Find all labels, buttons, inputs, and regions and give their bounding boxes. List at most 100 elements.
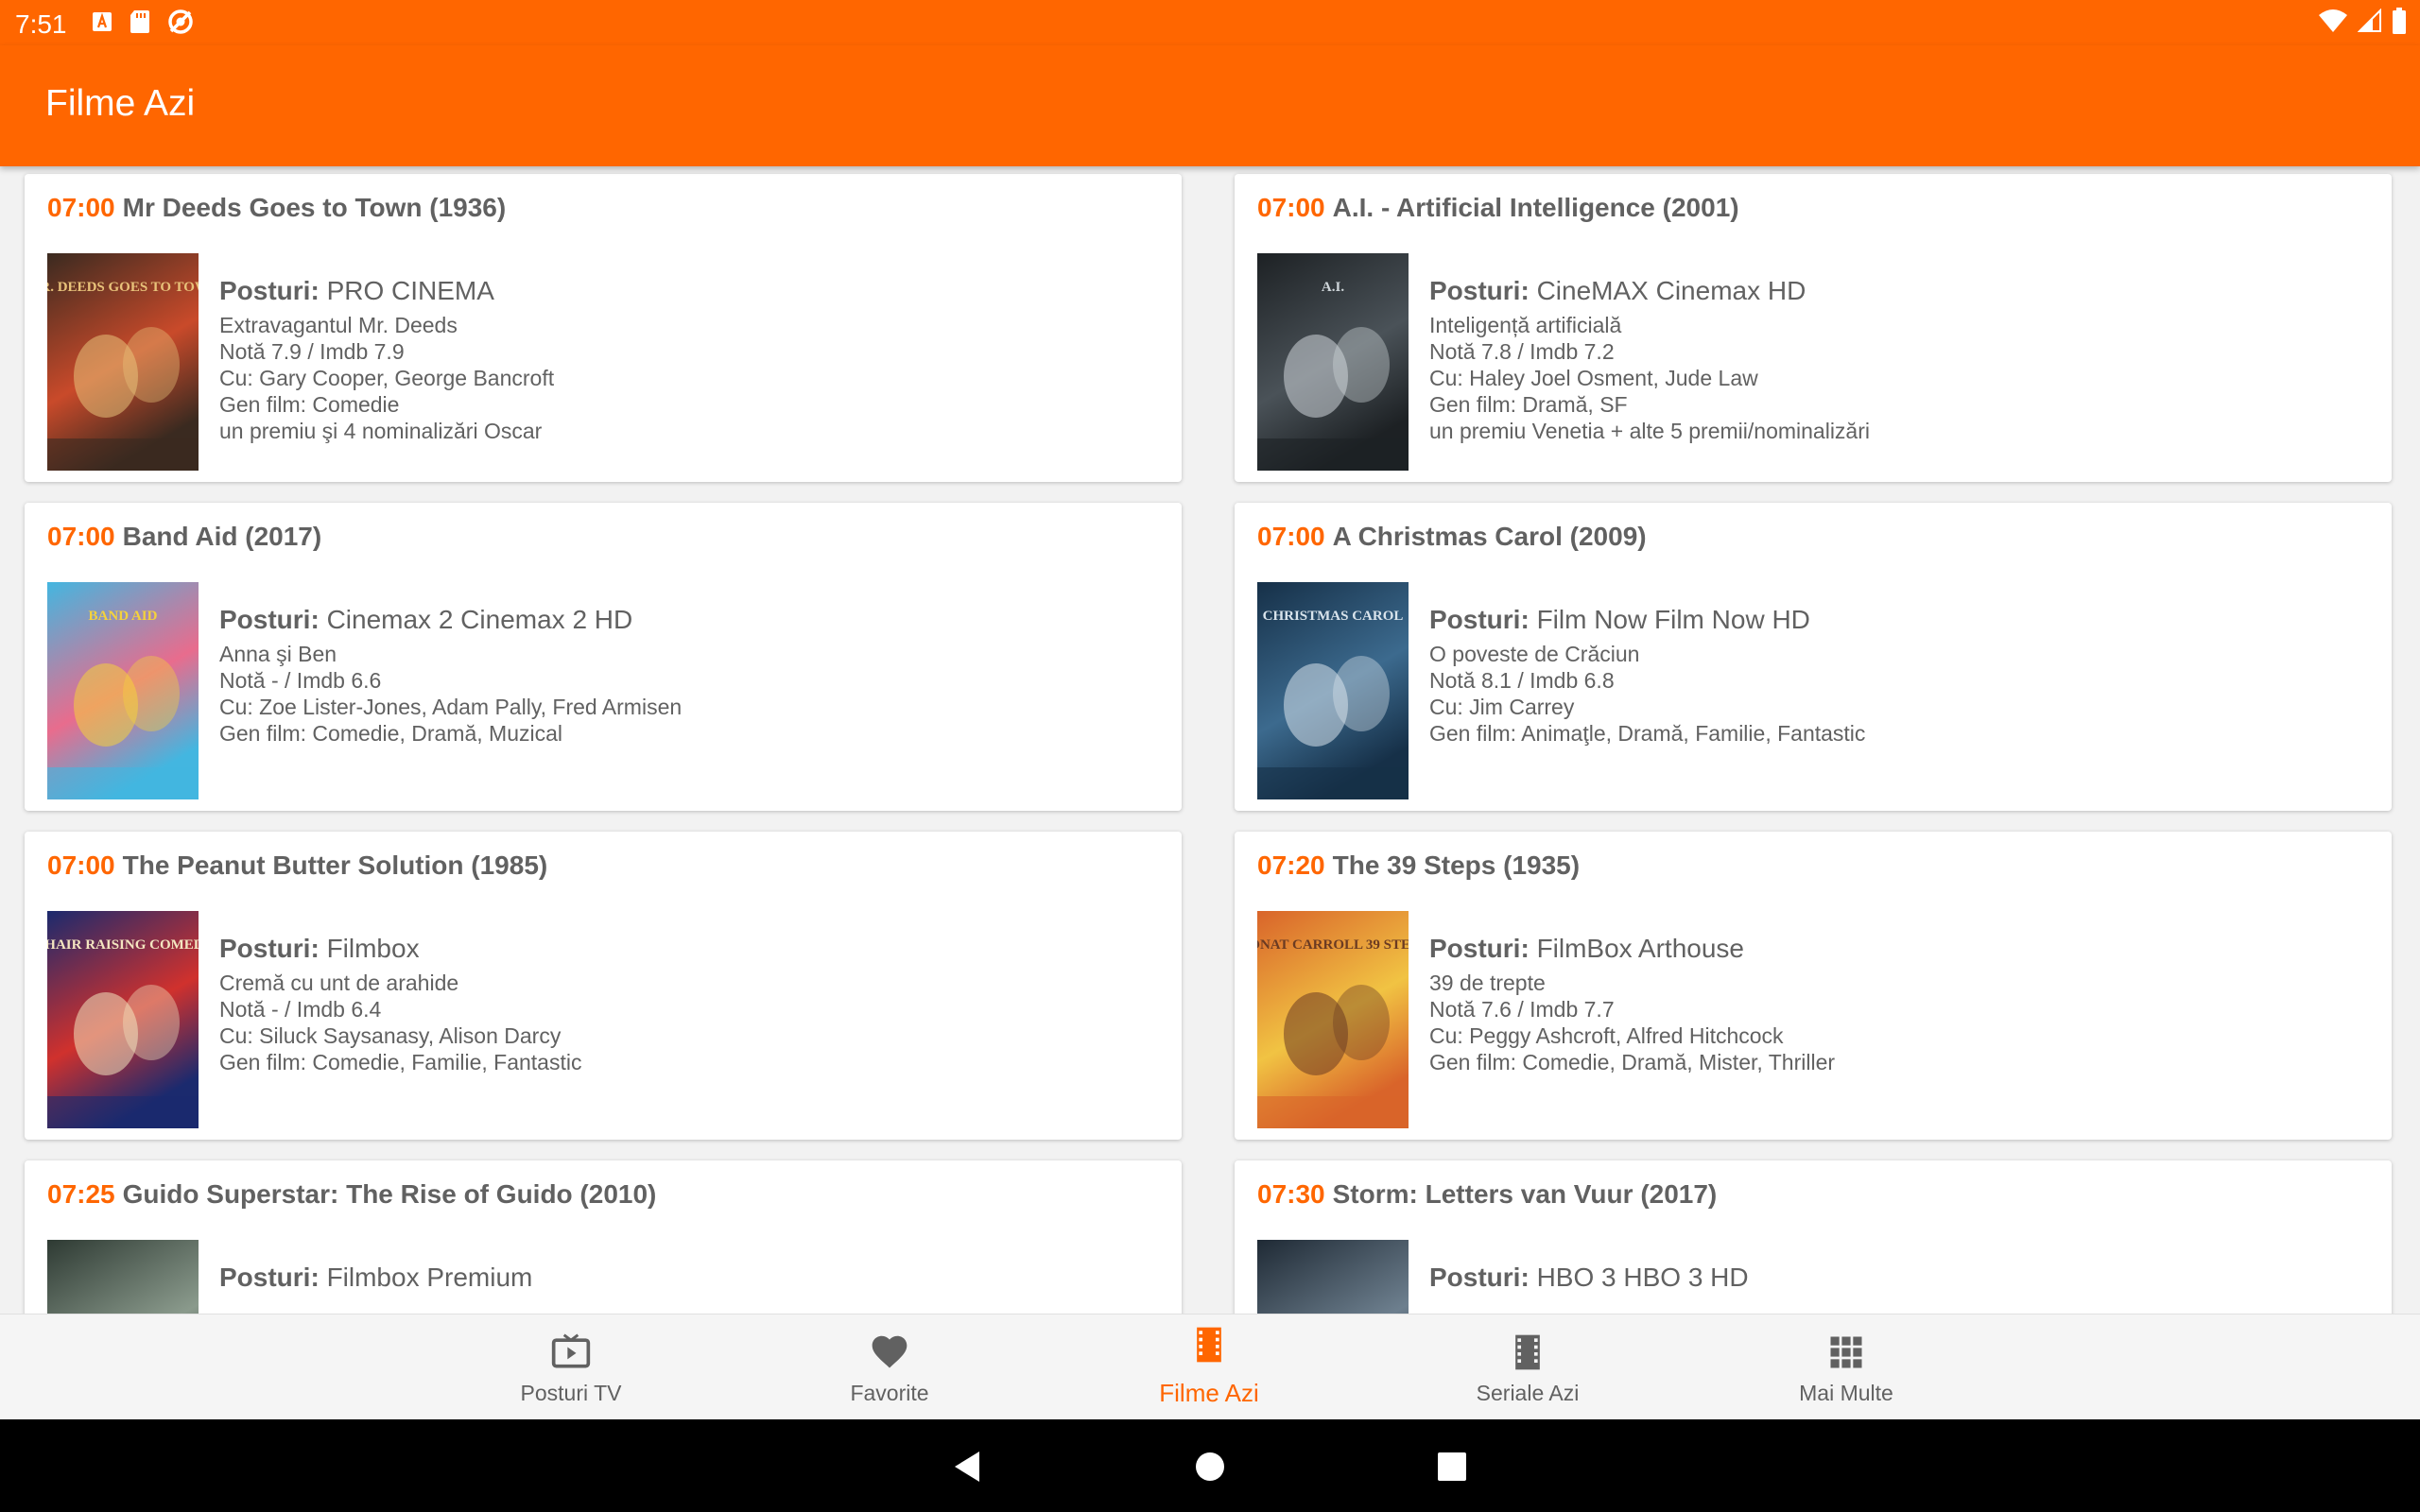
- movie-card[interactable]: 07:00 A.I. - Artificial Intelligence (200…: [1235, 174, 2392, 482]
- movie-time: 07:00: [1257, 193, 1325, 222]
- movie-detail-line: Gen film: Comedie, Dramă, Muzical: [219, 721, 562, 746]
- movie-list[interactable]: 07:00 Mr Deeds Goes to Town (1936) MR. DEE…: [0, 166, 2420, 1314]
- wifi-icon: [2319, 9, 2347, 32]
- movie-time: 07:25: [47, 1179, 115, 1209]
- movie-time: 07:00: [1257, 522, 1325, 551]
- nav-seriale-azi[interactable]: Seriale Azi: [1424, 1314, 1632, 1420]
- channel-line: Posturi: CineMAX Cinemax HD: [1429, 276, 1870, 306]
- movie-card[interactable]: 07:00The Peanut Butter Solution (1985) A …: [25, 832, 1182, 1140]
- poster-image: A HAIR RAISING COMEDY: [47, 911, 199, 1128]
- movie-poster[interactable]: CHRISTMAS CAROL: [1257, 582, 1409, 799]
- channel-line: Posturi: HBO 3 HBO 3 HD: [1429, 1263, 1749, 1293]
- movie-name: The Peanut Butter Solution (1985): [122, 850, 548, 880]
- movie-title: 07:25 Guido Superstar: The Rise of Guido …: [47, 1179, 656, 1210]
- tv-play-icon: [551, 1333, 591, 1368]
- keyboard-icon: [93, 12, 112, 31]
- channel-line: Posturi: Film Now Film Now HD: [1429, 605, 1865, 635]
- nav-favorite[interactable]: Favorite: [786, 1314, 994, 1420]
- poster-image: DONAT CARROLL 39 STEPS: [1257, 911, 1409, 1128]
- movie-detail-line: Gen film: Comedie: [219, 392, 400, 417]
- movie-detail-line: Cu: Siluck Saysanasy, Alison Darcy: [219, 1023, 562, 1048]
- movie-detail-line: Notă 7.6 / Imdb 7.7: [1429, 997, 1615, 1022]
- movie-name: Band Aid (2017): [122, 522, 322, 551]
- movie-title: 07:20 The 39 Steps (1935): [1257, 850, 1580, 881]
- home-icon[interactable]: [1189, 1446, 1231, 1487]
- movie-info: Posturi: FilmBox Arthouse 39 de trepte Not…: [1429, 934, 1835, 1075]
- bottom-navigation: Posturi TV Favorite Filme Azi Seriale Az…: [0, 1314, 2420, 1420]
- movie-poster[interactable]: A HAIR RAISING COMEDY: [47, 911, 199, 1128]
- movie-detail-line: Extravagantul Mr. Deeds: [219, 313, 458, 337]
- movie-poster[interactable]: [1257, 1240, 1409, 1314]
- movie-detail-line: Cu: Jim Carrey: [1429, 695, 1575, 719]
- sync-disabled-icon: [168, 9, 193, 34]
- nav-posturi-tv[interactable]: Posturi TV: [467, 1314, 675, 1420]
- movie-detail-line: Notă - / Imdb 6.6: [219, 668, 382, 693]
- poster-text: A.I.: [1322, 280, 1344, 295]
- channel-label: Posturi:: [219, 1263, 320, 1292]
- movie-time: 07:30: [1257, 1179, 1325, 1209]
- movie-card[interactable]: 07:00 Band Aid (2017) BAND AID Posturi: Cin…: [25, 503, 1182, 811]
- movie-detail-line: un premiu Venetia + alte 5 premii/nomina…: [1429, 419, 1870, 443]
- poster-image: CHRISTMAS CAROL: [1257, 582, 1409, 799]
- movie-card[interactable]: 07:20The 39 Steps (1935) DONAT CARROLL 39…: [1235, 832, 2392, 1140]
- grid-icon: [1830, 1336, 1862, 1368]
- movie-detail-line: Cu: Gary Cooper, George Bancroft: [219, 366, 555, 390]
- movie-name: Mr Deeds Goes to Town (1936): [122, 193, 507, 222]
- movie-name: The 39 Steps (1935): [1332, 850, 1581, 880]
- movie-info: Posturi: PRO CINEMA Extravagantul Mr. Dee…: [219, 276, 554, 444]
- channel-line: Posturi: Filmbox Premium: [219, 1263, 532, 1293]
- poster-text: DONAT CARROLL 39 STEPS: [1257, 937, 1409, 953]
- channel-label: Posturi:: [1429, 276, 1530, 305]
- nav-mai-multe[interactable]: Mai Multe: [1742, 1314, 1950, 1420]
- movie-detail-line: 39 de trepte: [1429, 971, 1546, 995]
- movie-time: 07:20: [1257, 850, 1325, 880]
- channel-label: Posturi:: [219, 276, 320, 305]
- movie-poster[interactable]: A.I.: [1257, 253, 1409, 471]
- status-time: 7:51: [15, 9, 67, 39]
- channel-name: Filmbox: [326, 934, 420, 963]
- movie-poster[interactable]: [47, 1240, 199, 1314]
- movie-detail-line: Notă 7.8 / Imdb 7.2: [1429, 339, 1615, 364]
- movie-name: A Christmas Carol (2009): [1332, 522, 1647, 551]
- channel-label: Posturi:: [1429, 605, 1530, 634]
- sd-card-icon: [130, 10, 149, 33]
- battery-icon: [2393, 8, 2406, 34]
- movie-detail-line: Cu: Zoe Lister-Jones, Adam Pally, Fred A…: [219, 695, 683, 719]
- poster-text: MR. DEEDS GOES TO TOWN: [47, 280, 199, 295]
- movie-info: Posturi: Cinemax 2 Cinemax 2 HD Anna şi B…: [219, 605, 682, 747]
- system-nav-bar: [0, 1419, 2420, 1512]
- signal-icon: [2358, 9, 2381, 32]
- nav-label: Mai Multe: [1799, 1381, 1893, 1405]
- channel-label: Posturi:: [1429, 1263, 1530, 1292]
- movie-detail-line: un premiu şi 4 nominalizări Oscar: [219, 419, 543, 443]
- poster-text: BAND AID: [89, 609, 158, 624]
- film-strip-icon: [1515, 1334, 1540, 1370]
- nav-label: Favorite: [850, 1381, 929, 1405]
- back-icon[interactable]: [947, 1446, 989, 1487]
- recents-icon[interactable]: [1431, 1446, 1473, 1487]
- movie-info: Posturi: Film Now Film Now HD O poveste d…: [1429, 605, 1865, 747]
- poster-text: A HAIR RAISING COMEDY: [47, 937, 199, 953]
- movie-poster[interactable]: MR. DEEDS GOES TO TOWN: [47, 253, 199, 471]
- movie-name: A.I. - Artificial Intelligence (2001): [1332, 193, 1739, 222]
- channel-line: Posturi: Cinemax 2 Cinemax 2 HD: [219, 605, 682, 635]
- movie-title: 07:00 A Christmas Carol (2009): [1257, 522, 1647, 552]
- nav-filme-azi[interactable]: Filme Azi: [1105, 1314, 1313, 1420]
- movie-detail-line: O poveste de Crăciun: [1429, 642, 1640, 666]
- movie-time: 07:00: [47, 522, 115, 551]
- movie-detail-line: Gen film: Comedie, Dramă, Mister, Thrill…: [1429, 1050, 1836, 1074]
- channel-line: Posturi: Filmbox: [219, 934, 581, 964]
- movie-poster[interactable]: BAND AID: [47, 582, 199, 799]
- movie-card[interactable]: 07:25 Guido Superstar: The Rise of Guido …: [25, 1160, 1182, 1314]
- movie-detail-line: Notă - / Imdb 6.4: [219, 997, 382, 1022]
- movie-card[interactable]: 07:00Mr Deeds Goes to Town (1936) MR. DEE…: [25, 174, 1182, 482]
- movie-poster[interactable]: DONAT CARROLL 39 STEPS: [1257, 911, 1409, 1128]
- movie-detail-line: Cu: Peggy Ashcroft, Alfred Hitchcock: [1429, 1023, 1784, 1048]
- movie-card[interactable]: 07:30 Storm: Letters van Vuur (2017) Postu…: [1235, 1160, 2392, 1314]
- movie-detail-line: Inteligență artificială: [1429, 313, 1622, 337]
- movie-card[interactable]: 07:00 A Christmas Carol (2009) CHRISTMAS C…: [1235, 503, 2392, 811]
- poster-image: A.I.: [1257, 253, 1409, 471]
- status-bar: 7:51: [0, 0, 2420, 45]
- poster-image: BAND AID: [47, 582, 199, 799]
- poster-text: CHRISTMAS CAROL: [1263, 609, 1404, 624]
